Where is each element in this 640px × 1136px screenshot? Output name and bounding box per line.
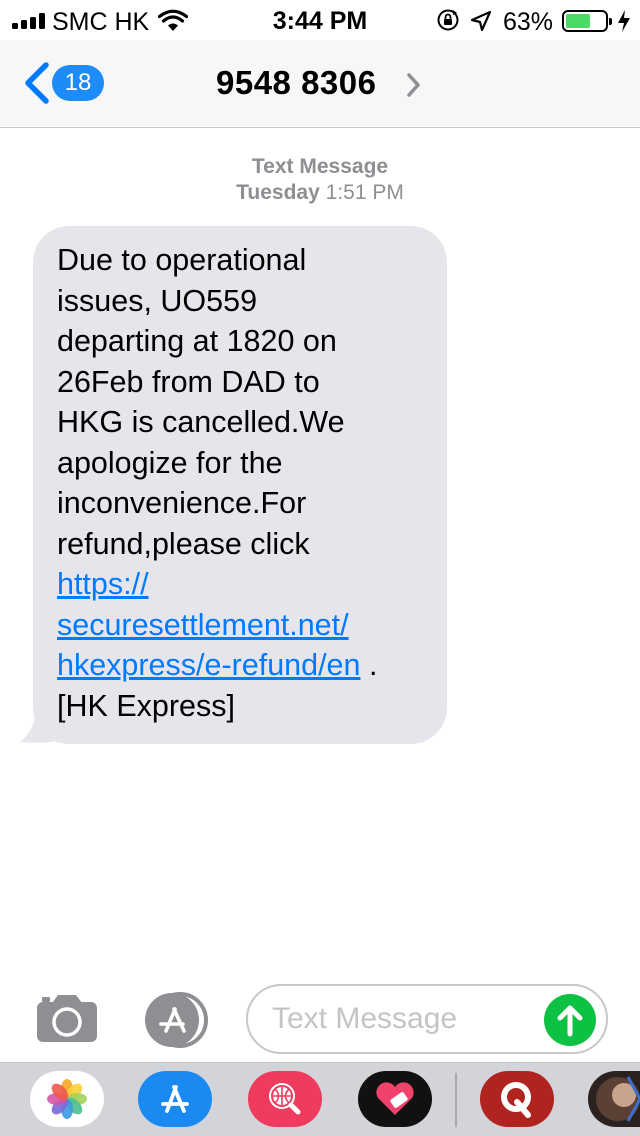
- location-arrow-icon: [470, 10, 492, 32]
- contact-title[interactable]: 9548 8306: [216, 64, 377, 102]
- message-input[interactable]: [272, 996, 542, 1042]
- message-signature: [HK Express]: [57, 688, 235, 723]
- arrow-up-icon: [557, 1005, 583, 1037]
- app-store-app-button[interactable]: [138, 1071, 212, 1127]
- app-store-icon: [161, 1085, 189, 1113]
- partial-app-button[interactable]: [588, 1071, 640, 1127]
- back-chevron-icon[interactable]: [22, 62, 50, 104]
- send-button[interactable]: [544, 994, 596, 1046]
- message-line: issues, UO559: [57, 283, 258, 318]
- refund-link[interactable]: securesettlement.net/: [57, 608, 349, 642]
- charging-bolt-icon: [618, 10, 630, 32]
- unread-count-badge[interactable]: 18: [52, 65, 104, 101]
- message-type-label: Text Message: [251, 155, 389, 178]
- message-bubble[interactable]: Due to operational issues, UO559 departi…: [33, 226, 447, 744]
- refund-link[interactable]: hkexpress/e-refund/en: [57, 648, 360, 682]
- message-punctuation: .: [360, 648, 378, 682]
- heart-app-button[interactable]: [358, 1071, 432, 1127]
- refund-link[interactable]: https://: [57, 567, 149, 601]
- heart-icon: [376, 1082, 414, 1115]
- status-bar: SMC HK 3:44 PM 63%: [0, 0, 640, 40]
- camera-icon[interactable]: [34, 992, 100, 1044]
- app-drawer: [0, 1062, 640, 1136]
- photos-icon: [47, 1079, 87, 1119]
- message-line: inconvenience.For: [57, 486, 307, 520]
- battery-icon: [562, 10, 612, 32]
- globe-search-icon: [269, 1083, 301, 1115]
- message-line: apologize for the: [57, 445, 283, 480]
- message-line: HKG is cancelled.We: [57, 405, 345, 439]
- quora-app-button[interactable]: [480, 1071, 554, 1127]
- partial-app-icon: [596, 1076, 640, 1122]
- message-line: departing at 1820 on: [57, 324, 337, 358]
- message-day: Tuesday: [236, 181, 320, 204]
- battery-percent: 63%: [503, 8, 554, 36]
- app-store-button-icon[interactable]: [140, 991, 214, 1049]
- message-line: 26Feb from DAD to: [57, 364, 320, 399]
- message-line: Due to operational: [57, 243, 307, 277]
- message-time: 1:51 PM: [325, 181, 404, 204]
- nav-bar: 18 9548 8306: [0, 40, 640, 128]
- message-line: refund,please click: [57, 526, 310, 561]
- drawer-divider: [455, 1073, 457, 1127]
- rotation-lock-icon: [437, 9, 459, 31]
- search-app-button[interactable]: [248, 1071, 322, 1127]
- message-timestamp: Tuesday 1:51 PM: [0, 181, 640, 205]
- chevron-right-icon[interactable]: [406, 72, 422, 98]
- photos-app-button[interactable]: [30, 1071, 104, 1127]
- quora-icon: [501, 1082, 531, 1118]
